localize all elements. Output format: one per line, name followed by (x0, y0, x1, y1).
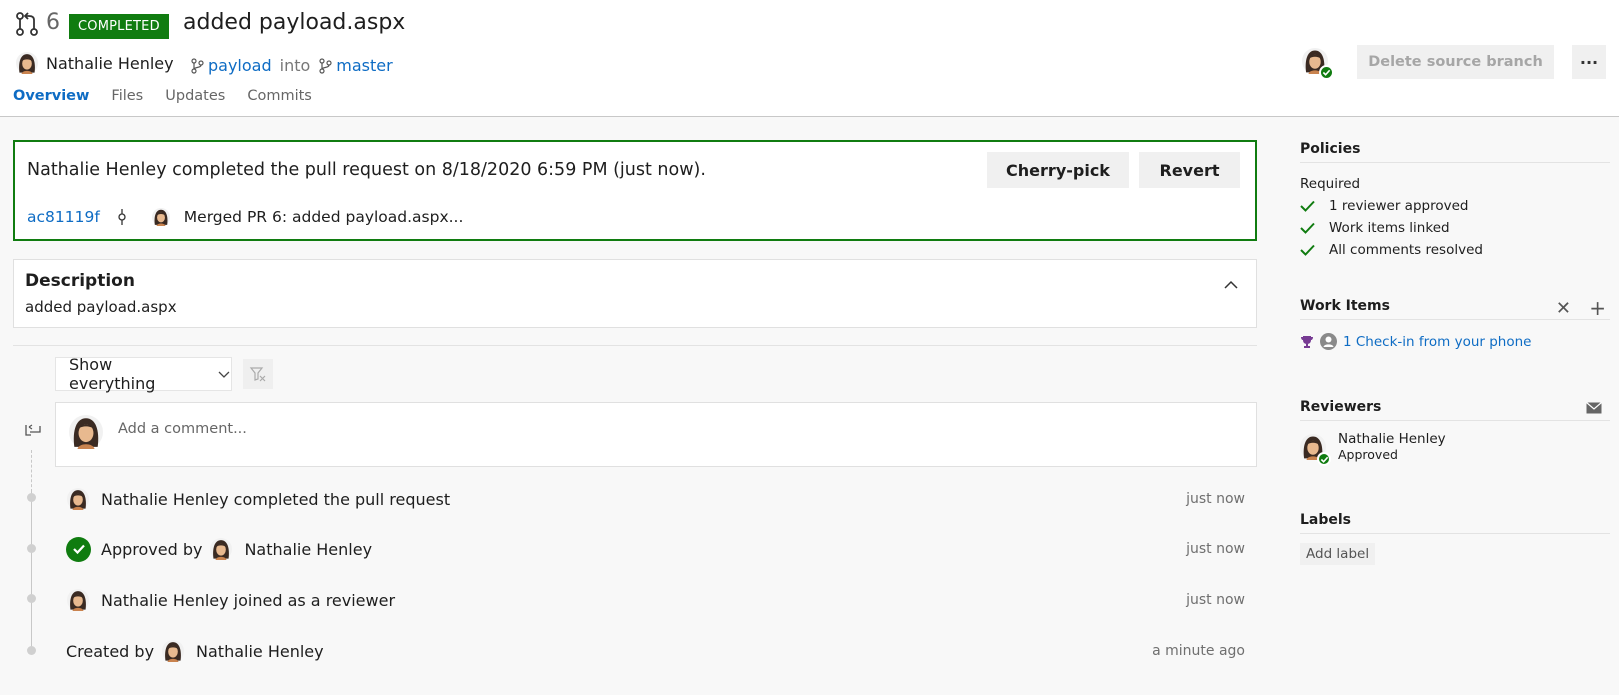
add-comment-box (55, 402, 1257, 467)
trophy-icon (1301, 335, 1313, 348)
reviewers-title: Reviewers (1300, 399, 1610, 421)
policy-label: 1 reviewer approved (1329, 198, 1469, 214)
timestamp: a minute ago (1152, 643, 1245, 659)
commit-message: Merged PR 6: added payload.aspx... (183, 208, 464, 226)
completion-banner: Nathalie Henley completed the pull reque… (13, 140, 1257, 241)
add-icon[interactable]: + (1589, 296, 1606, 320)
check-icon (1300, 244, 1315, 256)
into-text: into (279, 56, 311, 75)
avatar (1300, 434, 1331, 466)
activity-filter-select[interactable]: Show everything (55, 355, 232, 393)
timeline-item: Created by Nathalie Henley a minute ago (0, 636, 1257, 666)
pr-number: 6 (46, 10, 60, 35)
pr-header: 6 COMPLETED added payload.aspx Nathalie … (0, 0, 1619, 117)
timestamp: just now (1186, 541, 1245, 557)
policy-item: 1 reviewer approved (1300, 198, 1610, 214)
tab-files[interactable]: Files (111, 88, 143, 110)
timeline-text: Nathalie Henley completed the pull reque… (101, 489, 451, 509)
tab-commits[interactable]: Commits (247, 88, 312, 110)
description-text: added payload.aspx (25, 298, 177, 316)
check-icon (1300, 200, 1315, 212)
completion-message: Nathalie Henley completed the pull reque… (27, 160, 706, 180)
avatar (162, 640, 184, 662)
policy-item: All comments resolved (1300, 242, 1610, 258)
labels-title: Labels (1300, 512, 1610, 534)
comment-icon (25, 424, 41, 436)
more-actions-button[interactable]: ··· (1572, 45, 1606, 79)
timeline-name: Nathalie Henley (244, 539, 373, 559)
work-item-link[interactable]: 1 Check-in from your phone (1343, 334, 1531, 350)
avatar (69, 415, 103, 449)
status-badge: COMPLETED (69, 14, 169, 39)
policy-label: Work items linked (1329, 220, 1450, 236)
timeline-prefix: Approved by (101, 539, 203, 559)
avatar (16, 52, 38, 74)
commit-id-link[interactable]: ac81119f (27, 208, 100, 226)
source-branch-link[interactable]: payload (208, 56, 272, 75)
approved-check-icon (1317, 452, 1331, 466)
branch-info: payload into master (190, 56, 393, 75)
avatar (67, 488, 89, 510)
clear-filter-button[interactable] (243, 359, 273, 389)
avatar (67, 589, 89, 611)
merge-commit-row: ac81119f Merged PR 6: added payload.aspx… (27, 208, 463, 226)
labels-section: Labels Add label (1300, 512, 1610, 565)
add-label-button[interactable]: Add label (1300, 543, 1376, 565)
timeline-prefix: Created by (66, 641, 155, 661)
approved-check-icon (66, 536, 91, 562)
branch-icon (191, 57, 204, 74)
tab-overview[interactable]: Overview (13, 88, 89, 110)
timeline-item: Nathalie Henley completed the pull reque… (0, 484, 1257, 514)
description-title: Description (25, 271, 135, 291)
timeline-item: Nathalie Henley joined as a reviewer jus… (0, 585, 1257, 615)
revert-button[interactable]: Revert (1139, 152, 1240, 188)
avatar (210, 538, 232, 560)
timestamp: just now (1186, 491, 1245, 507)
reviewer-avatar[interactable] (1302, 48, 1334, 80)
description-panel: Description added payload.aspx (13, 259, 1257, 328)
delete-source-branch-button[interactable]: Delete source branch (1357, 45, 1554, 79)
policies-title: Policies (1300, 141, 1610, 163)
work-item-row[interactable]: 1 Check-in from your phone (1300, 333, 1610, 350)
work-item-avatar-icon (1320, 333, 1337, 350)
approved-check-icon (1319, 65, 1334, 80)
commit-icon (118, 209, 126, 225)
tab-updates[interactable]: Updates (165, 88, 225, 110)
chevron-up-icon[interactable] (1223, 277, 1239, 293)
timeline-name: Nathalie Henley (196, 641, 324, 661)
pr-author[interactable]: Nathalie Henley (16, 52, 174, 74)
cherry-pick-button[interactable]: Cherry-pick (987, 152, 1129, 188)
timestamp: just now (1186, 592, 1245, 608)
reviewer-status: Approved (1338, 447, 1398, 462)
pr-tabs: Overview Files Updates Commits (13, 88, 312, 110)
chevron-down-icon (218, 371, 230, 378)
branch-icon (319, 57, 332, 74)
policies-required-label: Required (1300, 176, 1361, 192)
avatar (152, 208, 170, 226)
check-icon (1300, 222, 1315, 234)
target-branch-link[interactable]: master (336, 56, 392, 75)
timeline-item: Approved by Nathalie Henley just now (0, 534, 1257, 564)
pr-title: added payload.aspx (183, 10, 406, 35)
close-icon[interactable]: ✕ (1556, 298, 1571, 319)
reviewer-name: Nathalie Henley (1338, 431, 1446, 447)
pull-request-icon (16, 12, 38, 36)
comment-input[interactable] (118, 421, 1218, 437)
policy-item: Work items linked (1300, 220, 1610, 236)
policy-label: All comments resolved (1329, 242, 1483, 258)
timeline-text: Nathalie Henley joined as a reviewer (101, 590, 396, 610)
reviewer-row[interactable]: Nathalie Henley Approved (1300, 431, 1610, 466)
work-items-section: Work Items ✕ + 1 Check-in from your phon… (1300, 296, 1610, 350)
divider (13, 345, 1257, 346)
policies-section: Policies Required 1 reviewer approved Wo… (1300, 141, 1610, 258)
filter-selected-value: Show everything (69, 355, 156, 393)
reviewers-section: Reviewers Nathalie Henley Approved (1300, 399, 1610, 466)
filter-clear-icon (249, 367, 266, 382)
author-name: Nathalie Henley (46, 53, 174, 73)
timeline-line (31, 492, 32, 650)
mail-icon[interactable] (1586, 402, 1602, 414)
